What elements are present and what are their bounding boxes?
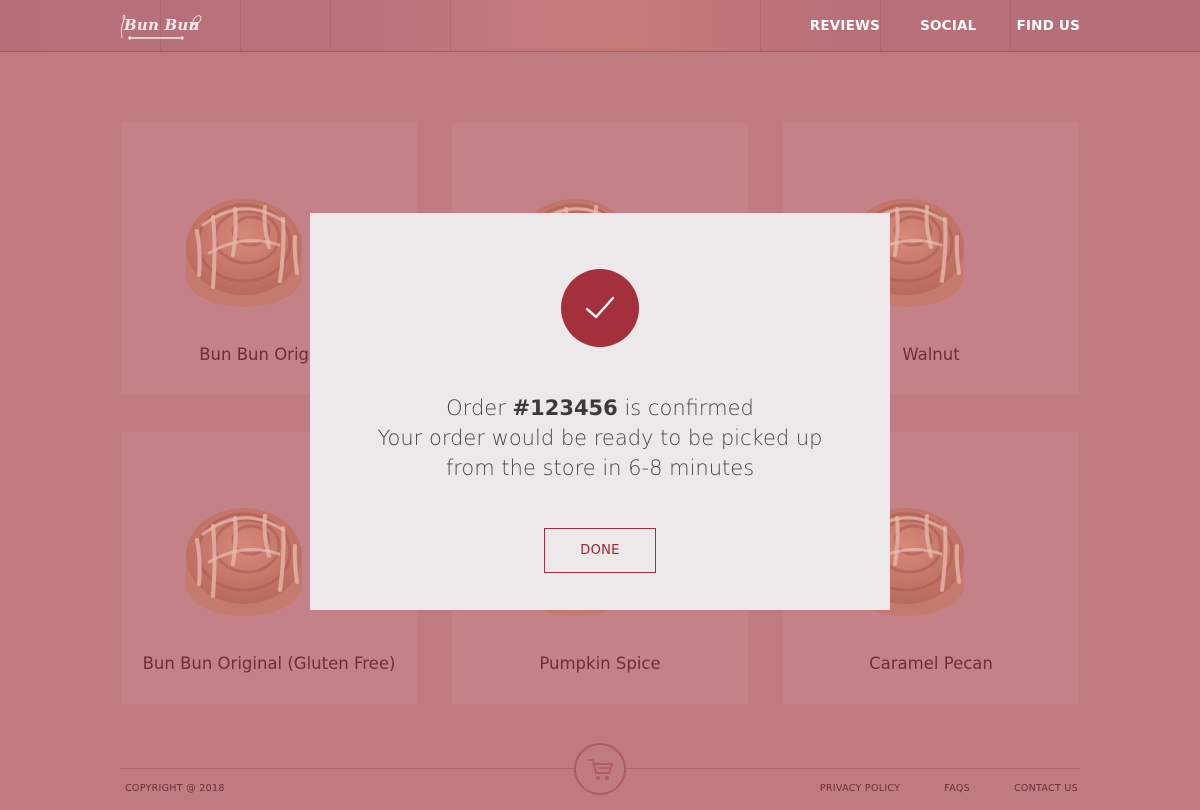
wood-grain [330, 0, 331, 51]
shopping-cart-icon [588, 759, 613, 780]
success-badge [561, 269, 639, 347]
confirmation-line-3: from the store in 6-8 minutes [445, 456, 755, 480]
wood-grain [240, 0, 241, 51]
footer-link-privacy-policy[interactable]: PRIVACY POLICY [820, 783, 900, 794]
confirmation-message: Order #123456 is confirmed Your order wo… [310, 393, 890, 483]
nav-social[interactable]: SOCIAL [920, 18, 976, 34]
done-button[interactable]: DONE [544, 528, 656, 573]
wood-grain [450, 0, 451, 51]
footer-link-faqs[interactable]: FAQS [944, 783, 970, 794]
confirmation-line-2: Your order would be ready to be picked u… [377, 426, 823, 450]
checkmark-icon [585, 296, 615, 319]
footer-links: PRIVACY POLICY FAQS CONTACT US [776, 783, 1078, 794]
order-confirmation-modal: Order #123456 is confirmed Your order wo… [310, 213, 890, 610]
product-name: Pumpkin Spice [539, 654, 661, 673]
cinnamon-bun-image [184, 506, 304, 618]
nav-find-us[interactable]: FIND US [1016, 18, 1080, 34]
cinnamon-bun-image [184, 197, 304, 309]
product-name: Bun Bun Original (Gluten Free) [142, 654, 396, 673]
logo-text: Bun Bun [124, 16, 200, 34]
footer-link-contact-us[interactable]: CONTACT US [1014, 783, 1078, 794]
product-name: Caramel Pecan [869, 654, 993, 673]
wood-grain [760, 0, 761, 51]
confirmation-line-1: Order #123456 is confirmed [446, 396, 754, 420]
main-nav: REVIEWS SOCIAL FIND US [810, 0, 1200, 51]
copyright-text: COPYRIGHT @ 2018 [125, 783, 225, 794]
nav-reviews[interactable]: REVIEWS [810, 18, 880, 34]
cart-button[interactable] [574, 743, 626, 795]
order-number: #123456 [512, 396, 618, 420]
brand-logo[interactable]: Bun Bun [118, 8, 202, 46]
site-header: Bun Bun REVIEWS SOCIAL FIND US [0, 0, 1200, 52]
